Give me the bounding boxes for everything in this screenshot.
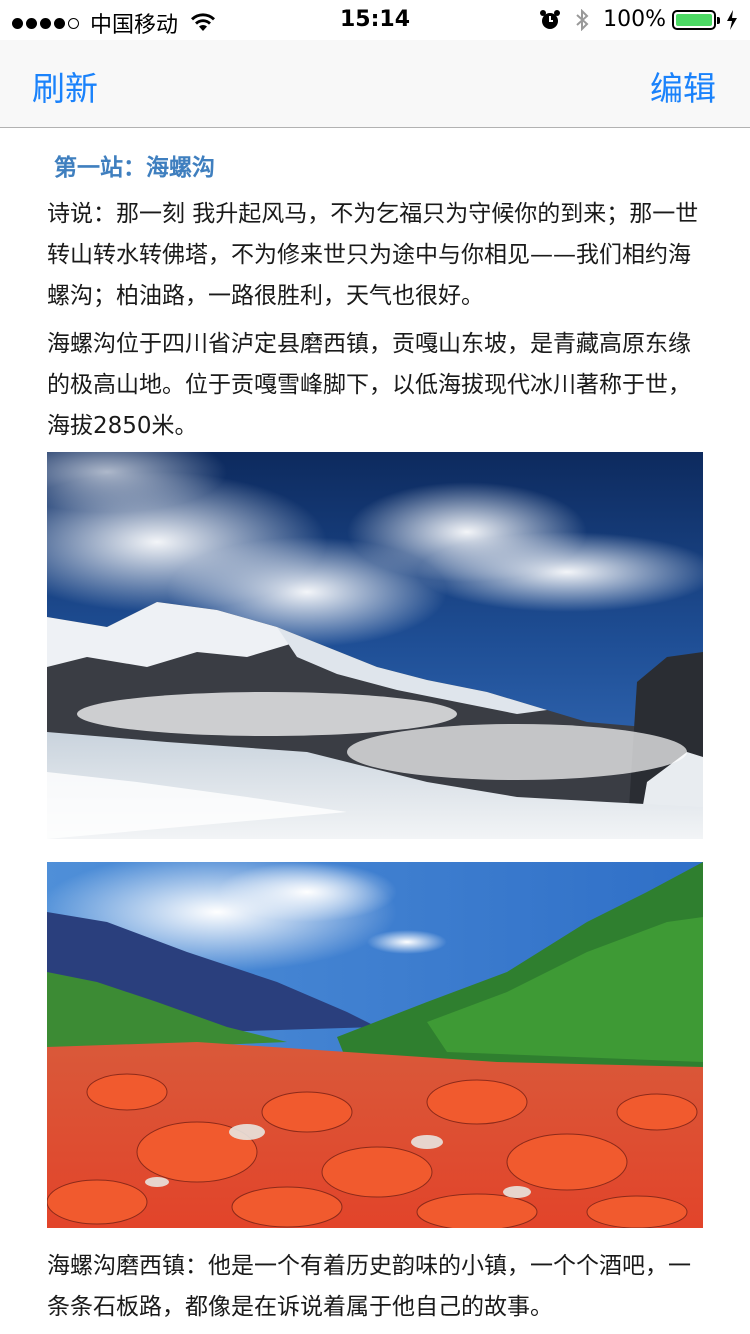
navigation-bar: 刷新 编辑 bbox=[0, 40, 750, 128]
edit-button[interactable]: 编辑 bbox=[650, 62, 716, 110]
article-paragraph: 海螺沟位于四川省泸定县磨西镇，贡嘎山东坡，是青藏高原东缘的极高山地。位于贡嘎雪峰… bbox=[47, 331, 691, 439]
article-paragraph: 诗说：那一刻 我升起风马，不为乞福只为守候你的到来；那一世 转山转水转佛塔，不为… bbox=[47, 201, 699, 309]
article-paragraph: 海螺沟磨西镇：他是一个有着历史韵味的小镇，一个个酒吧，一条条石板路，都像是在诉说… bbox=[47, 1253, 691, 1320]
refresh-button[interactable]: 刷新 bbox=[32, 62, 98, 110]
status-bar: 中国移动 15:14 100% bbox=[0, 0, 750, 40]
charging-icon bbox=[727, 9, 737, 30]
bluetooth-icon bbox=[576, 8, 589, 31]
alarm-icon bbox=[540, 9, 561, 29]
battery-percent: 100% bbox=[603, 7, 666, 32]
status-right: 100% bbox=[539, 7, 738, 32]
section-title: 第一站：海螺沟 bbox=[54, 155, 215, 181]
snow-mountain-glacier-photo bbox=[47, 452, 703, 839]
red-stone-valley-photo bbox=[47, 862, 703, 1228]
battery-icon bbox=[672, 9, 720, 30]
